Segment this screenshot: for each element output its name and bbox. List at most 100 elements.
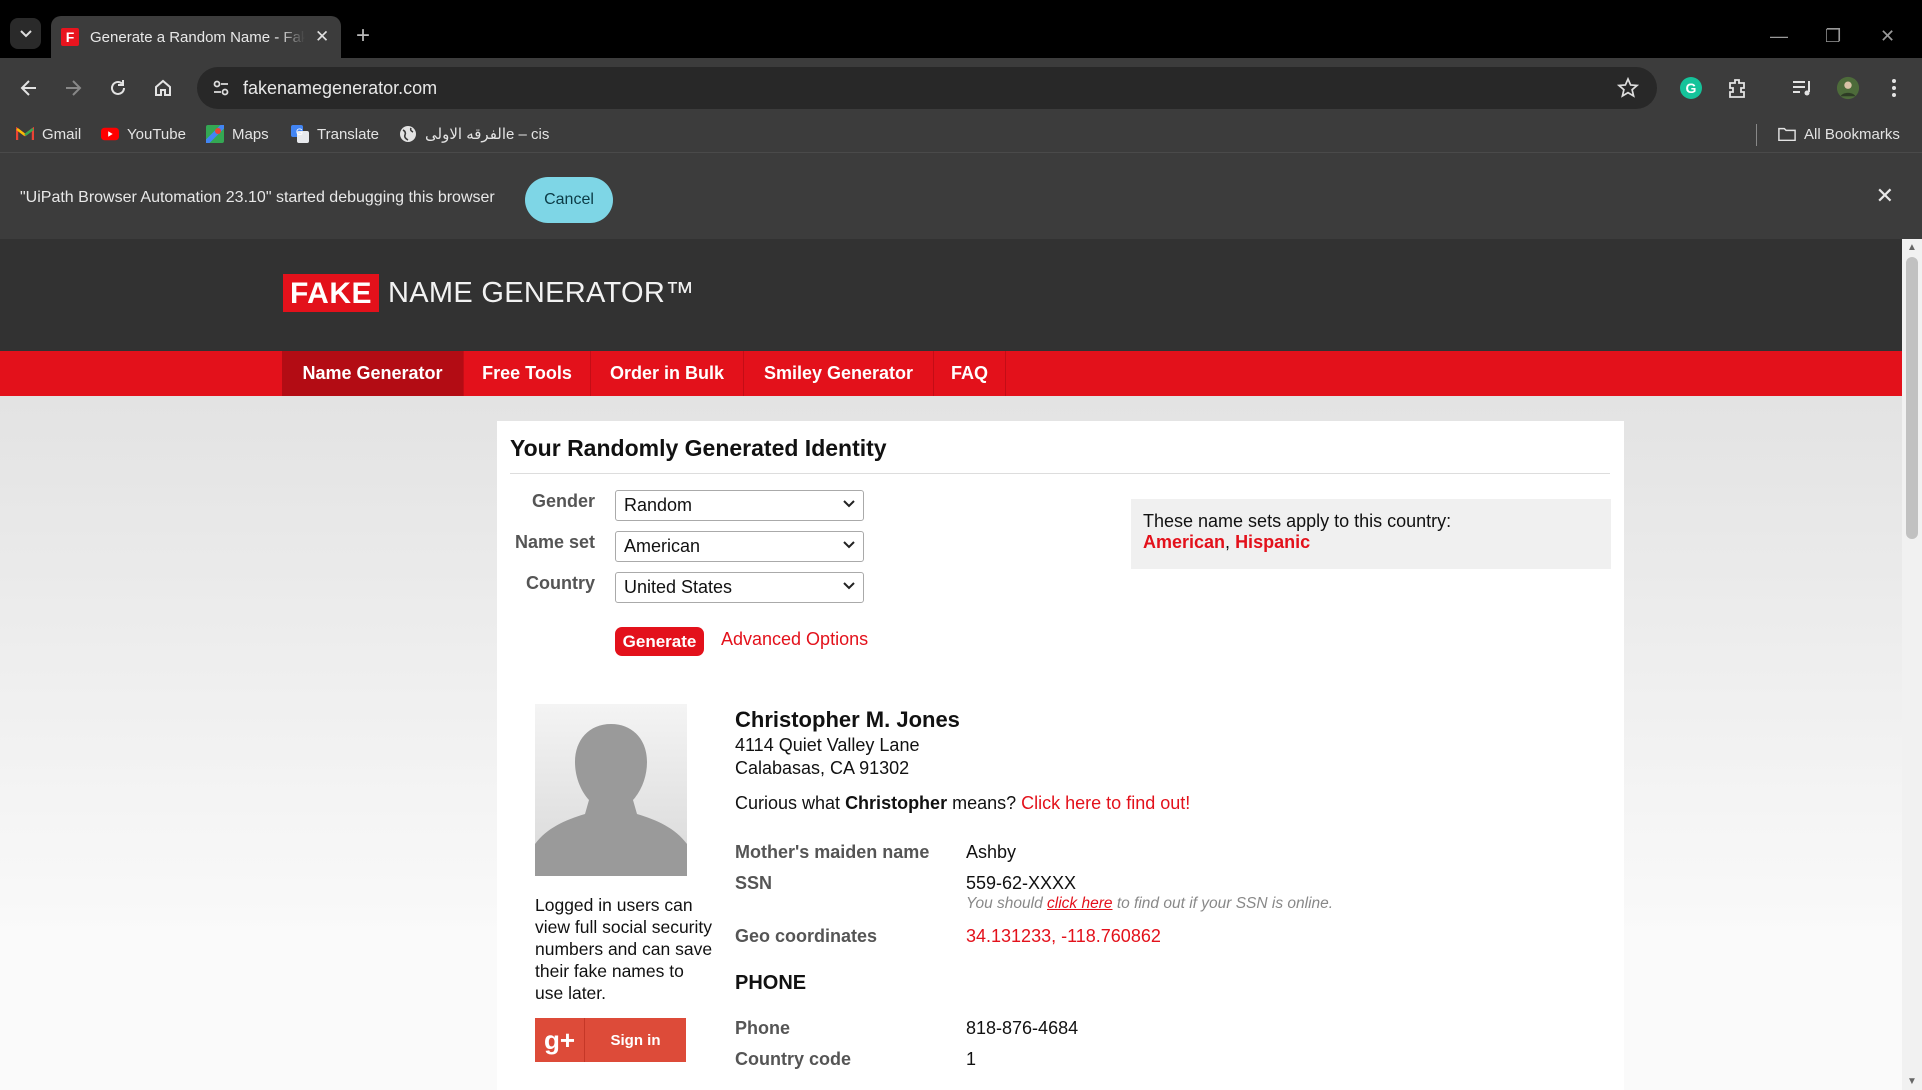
restore-icon[interactable]: ❐ [1825,26,1841,47]
back-icon[interactable] [17,76,41,100]
chevron-down-icon [843,536,855,552]
tab-strip: F Generate a Random Name - Fake Name Gen… [0,8,1922,58]
country-select[interactable]: United States [615,572,864,603]
svg-text:G: G [1686,80,1697,96]
google-plus-icon: g+ [535,1018,585,1062]
gender-select[interactable]: Random [615,490,864,521]
site-navigation: Name Generator Free Tools Order in Bulk … [0,351,1902,396]
avatar [535,704,687,876]
nav-order-in-bulk[interactable]: Order in Bulk [591,351,744,396]
close-tab-icon[interactable]: ✕ [315,27,329,47]
chevron-down-icon [843,495,855,511]
curious-middle: means? [952,793,1017,813]
web-page: FAKE NAME GENERATOR™ Name Generator Free… [0,239,1902,1090]
curious-prefix: Curious what [735,793,841,813]
country-label: Country [526,573,595,593]
browser-menu-icon[interactable] [1882,76,1906,100]
browser-tab[interactable]: F Generate a Random Name - Fake Name Gen… [51,16,341,58]
all-bookmarks-label: All Bookmarks [1804,125,1900,143]
generate-button[interactable]: Generate [615,627,704,656]
logo-fake: FAKE [283,274,380,312]
name-sets-text: These name sets apply to this country: [1143,511,1452,531]
all-bookmarks-button[interactable]: All Bookmarks [1778,125,1900,143]
bookmark-cis[interactable]: الفرقه الاولىe – cis [399,125,549,143]
first-name: Christopher [845,793,948,813]
nameset-link-hispanic[interactable]: Hispanic [1235,532,1310,552]
home-icon[interactable] [151,76,175,100]
scroll-up-arrow-icon[interactable]: ▲ [1907,242,1917,253]
ssn-check-link[interactable]: click here [1047,895,1112,912]
chevron-down-icon [19,29,32,37]
ssn-note-suffix: to find out if your SSN is online. [1116,895,1334,912]
name-set-label: Name set [514,532,595,552]
google-signin-button[interactable]: g+ Sign in [535,1018,686,1062]
ssn-value: 559-62-XXXX [966,873,1077,893]
name-set-select[interactable]: American [615,531,864,562]
name-meaning-line: Curious what Christopher means? Click he… [735,793,1190,814]
debugging-infobar: "UiPath Browser Automation 23.10" starte… [0,152,1922,239]
bookmark-maps[interactable]: Maps [206,125,269,143]
maiden-name-value: Ashby [966,842,1017,862]
address-line-2: Calabasas, CA 91302 [735,758,910,778]
page-title: Your Randomly Generated Identity [510,435,887,461]
gender-value: Random [624,495,693,515]
new-tab-icon[interactable]: + [356,24,370,48]
ssn-label: SSN [735,873,773,893]
scrollbar-thumb[interactable] [1906,257,1918,539]
minimize-icon[interactable]: — [1770,26,1788,47]
page-scrollbar[interactable]: ▲ ▼ [1902,239,1922,1090]
name-set-value: American [624,536,701,556]
maps-icon [206,125,224,143]
signin-label: Sign in [610,1031,661,1049]
geo-coordinates-link[interactable]: 34.131233, -118.760862 [966,926,1161,947]
site-logo[interactable]: FAKE NAME GENERATOR™ [283,274,694,312]
comma-separator: , [1225,532,1236,552]
phone-label: Phone [735,1018,791,1038]
nameset-link-american[interactable]: American [1143,532,1225,552]
bookmark-translate[interactable]: G Translate [291,125,379,143]
youtube-icon [101,125,119,143]
nav-smiley-generator[interactable]: Smiley Generator [744,351,934,396]
nav-name-generator[interactable]: Name Generator [282,351,464,396]
url-text: fakenamegenerator.com [243,77,438,98]
address-line-1: 4114 Quiet Valley Lane [735,735,920,755]
bookmarks-divider [1756,124,1757,146]
gender-label: Gender [531,491,595,511]
person-name: Christopher M. Jones [735,707,960,732]
profile-avatar[interactable] [1836,76,1860,100]
bookmarks-bar: Gmail YouTube Maps G Translate الفرقه ال… [0,118,1922,152]
translate-icon: G [291,125,309,143]
cancel-debugging-button[interactable]: Cancel [525,177,613,223]
grammarly-extension-icon[interactable]: G [1679,76,1703,100]
browser-toolbar: fakenamegenerator.com G [0,58,1922,118]
close-infobar-icon[interactable]: ✕ [1876,183,1894,209]
window-close-icon[interactable]: ✕ [1880,26,1895,47]
nav-free-tools[interactable]: Free Tools [464,351,591,396]
svg-text:G: G [296,127,303,137]
address-bar[interactable]: fakenamegenerator.com [197,67,1657,109]
reload-icon[interactable] [106,76,130,100]
bookmark-youtube[interactable]: YouTube [101,125,186,143]
scroll-down-arrow-icon[interactable]: ▼ [1907,1076,1917,1087]
gmail-icon [16,125,34,143]
folder-icon [1778,125,1796,143]
name-meaning-link[interactable]: Click here to find out! [1021,793,1190,813]
bookmark-star-icon[interactable] [1616,76,1640,104]
bookmark-label: YouTube [127,125,186,143]
site-info-icon[interactable] [211,78,231,98]
ssn-note-prefix: You should [966,895,1043,912]
bookmark-gmail[interactable]: Gmail [16,125,81,143]
maiden-name-label: Mother's maiden name [735,842,930,862]
tab-search-button[interactable] [10,18,41,49]
extensions-icon[interactable] [1725,76,1749,100]
person-silhouette-icon [535,724,687,876]
media-control-icon[interactable] [1790,76,1814,100]
globe-icon [399,125,417,143]
country-value: United States [624,577,733,597]
advanced-options-link[interactable]: Advanced Options [721,629,868,650]
phone-value: 818-876-4684 [966,1018,1079,1038]
nav-faq[interactable]: FAQ [934,351,1006,396]
tab-title: Generate a Random Name - Fake Name Gener… [90,28,305,46]
forward-icon[interactable] [61,76,85,100]
chevron-down-icon [843,577,855,593]
